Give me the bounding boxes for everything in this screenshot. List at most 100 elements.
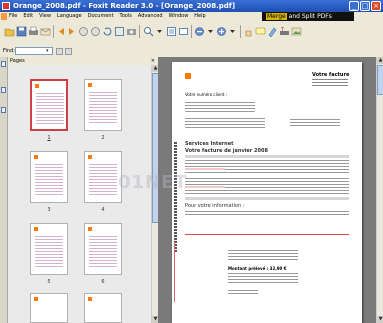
page-thumbnail-3[interactable] [30, 151, 68, 203]
window-title: Orange_2008.pdf - Foxit Reader 3.0 - [Or… [13, 2, 236, 10]
document-icon [1, 13, 7, 20]
page-thumbnail-5[interactable] [30, 223, 68, 275]
open-icon[interactable] [4, 26, 15, 37]
thumbnail-label-2: 2 [101, 135, 105, 141]
thumbnail-content [89, 236, 117, 268]
scroll-up-arrow[interactable]: ▲ [377, 57, 383, 64]
print-icon[interactable] [28, 26, 39, 37]
find-next-button[interactable] [65, 48, 72, 55]
zoom-icon[interactable] [143, 26, 154, 37]
page-thumbnail-4[interactable] [84, 151, 122, 203]
brand-logo [88, 83, 92, 87]
page-thumbnail-7[interactable] [30, 293, 68, 323]
layers-tab-icon[interactable] [1, 107, 6, 113]
section-summary: Votre facture de janvier 2008 [185, 148, 268, 154]
scroll-down-arrow[interactable]: ▼ [377, 316, 383, 323]
email-icon[interactable] [40, 26, 51, 37]
promo-banner[interactable]: Merge and Split PDFs [262, 12, 354, 21]
toolbar-separator [191, 25, 192, 38]
forward-icon[interactable] [90, 26, 101, 37]
document-scrollbar[interactable]: ▲ ▼ [376, 57, 383, 323]
coupon-details [228, 273, 298, 285]
thumbnail-label-5: 5 [47, 279, 51, 285]
menu-help[interactable]: Help [194, 12, 205, 21]
thumbnail-label-6: 6 [101, 279, 105, 285]
table-rows [185, 160, 349, 174]
zoom-out-icon[interactable] [194, 26, 205, 37]
page-thumbnail-2[interactable] [84, 79, 122, 131]
select-text-icon[interactable] [114, 26, 125, 37]
page-thumbnail-1[interactable] [30, 79, 68, 131]
close-panel-icon[interactable]: × [151, 57, 155, 65]
save-icon[interactable] [16, 26, 27, 37]
pages-tab-icon[interactable] [1, 87, 6, 93]
zoom-dropdown-icon[interactable] [154, 26, 165, 37]
toolbar: T [0, 21, 383, 47]
previous-page-icon[interactable] [66, 26, 77, 37]
section-services: Services Internet [185, 141, 234, 147]
brand-logo [88, 227, 92, 231]
contact-block [185, 102, 255, 114]
menu-window[interactable]: Window [169, 12, 189, 21]
thumbnail-label-4: 4 [101, 207, 105, 213]
bookmarks-tab-icon[interactable] [1, 61, 6, 67]
brand-logo [34, 227, 38, 231]
menu-language[interactable]: Language [57, 12, 82, 21]
image-icon[interactable] [291, 26, 302, 37]
highlight-row [185, 186, 225, 188]
find-label: Find: [3, 48, 15, 54]
highlight-icon[interactable] [267, 26, 278, 38]
page-thumbnail-6[interactable] [84, 223, 122, 275]
page-thumbnail-8[interactable] [84, 293, 122, 323]
thumbnail-content [35, 164, 63, 196]
toolbar-separator [240, 25, 241, 38]
thumbnail-content [89, 164, 117, 196]
rotate-icon[interactable] [102, 26, 113, 37]
promo-text: and Split PDFs [288, 13, 332, 20]
brand-logo [34, 297, 38, 301]
coupon-text [228, 250, 298, 260]
thumbnail-label-1: 1 [47, 135, 51, 141]
hand-tool-icon[interactable] [243, 26, 254, 37]
pages-panel-title: Pages [10, 58, 25, 64]
back-icon[interactable] [78, 26, 89, 37]
invoice-meta [312, 79, 348, 87]
find-previous-button[interactable] [56, 48, 63, 55]
menu-file[interactable]: File [9, 12, 17, 21]
menu-edit[interactable]: Edit [23, 12, 33, 21]
foxit-app-icon[interactable] [2, 2, 10, 10]
recipient-block [290, 119, 340, 128]
client-number-label: Votre numéro client : [185, 92, 228, 97]
fit-width-icon[interactable] [178, 26, 189, 37]
coupon-edge [174, 242, 175, 302]
comment-icon[interactable] [255, 26, 266, 37]
toolbar-separator [53, 25, 54, 38]
minimize-button[interactable]: _ [349, 1, 359, 11]
close-button[interactable]: × [371, 1, 381, 11]
fit-page-icon[interactable] [166, 26, 177, 37]
coupon-amount: Montant prélevé : 32,90 € [228, 266, 287, 271]
coupon-footer [228, 290, 258, 294]
orange-logo [185, 73, 191, 79]
menu-view[interactable]: View [39, 12, 51, 21]
side-tab-strip [0, 57, 8, 323]
typewriter-icon[interactable]: T [279, 26, 290, 37]
pdf-page: Votre facture Votre numéro client : Serv… [172, 62, 362, 323]
snapshot-icon[interactable] [126, 26, 137, 37]
menu-advanced[interactable]: Advanced [138, 12, 163, 21]
promo-highlight: Merge [266, 13, 287, 20]
scroll-thumb[interactable] [377, 65, 383, 95]
zoom-in-icon[interactable] [216, 26, 227, 37]
subtotal-row [185, 197, 349, 200]
address-block [185, 118, 265, 130]
menu-document[interactable]: Document [88, 12, 114, 21]
brand-logo [35, 84, 39, 88]
maximize-button[interactable]: □ [360, 1, 370, 11]
menu-tools[interactable]: Tools [120, 12, 132, 21]
document-view[interactable]: Votre facture Votre numéro client : Serv… [158, 57, 376, 323]
find-dropdown-icon[interactable]: ▾ [46, 48, 49, 54]
watermark: 01NET [118, 172, 188, 193]
coupon-separator [185, 234, 349, 235]
zoom-in-dropdown-icon[interactable] [227, 26, 238, 37]
zoom-out-dropdown-icon[interactable] [205, 26, 216, 37]
